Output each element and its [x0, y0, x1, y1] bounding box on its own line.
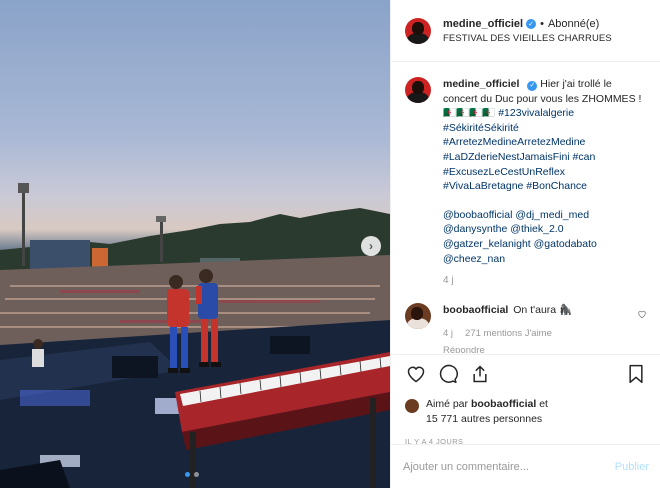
liker-avatar[interactable] [405, 399, 419, 413]
next-arrow-icon[interactable]: › [361, 236, 381, 256]
bookmark-icon[interactable] [625, 363, 647, 385]
commenter-avatar[interactable] [405, 302, 431, 329]
caption-hashtags[interactable]: #123vivalalgerie #SékiritéSékirité #Arre… [443, 107, 595, 192]
comment-username[interactable]: boobaofficial [443, 304, 508, 316]
header-separator: • [540, 17, 544, 30]
comment-time[interactable]: 4 j [443, 327, 453, 342]
likes-summary: Aimé par boobaofficial et 15 771 autres … [405, 397, 647, 427]
caption: medine_officiel ✓ Hier j'ai trollé le co… [405, 77, 647, 289]
reply-button[interactable]: Répondre [443, 344, 633, 353]
likes-count[interactable]: 15 771 autres personnes [426, 413, 542, 425]
author-avatar[interactable] [405, 17, 431, 44]
heart-icon[interactable] [405, 363, 427, 385]
caption-avatar[interactable] [405, 77, 431, 103]
carousel-dot [194, 472, 199, 477]
publish-button[interactable]: Publier [615, 461, 649, 473]
carousel-dot-active [185, 472, 190, 477]
post-location[interactable]: FESTIVAL DES VIEILLES CHARRUES [443, 33, 612, 44]
comment-input[interactable] [403, 460, 615, 473]
comments-section[interactable]: medine_officiel ✓ Hier j'ai trollé le co… [391, 63, 660, 353]
instagram-post: › medine_officiel ✓ • Abonné(e) FESTIVAL… [0, 0, 660, 488]
share-icon[interactable] [469, 363, 491, 385]
comment-icon[interactable] [437, 363, 459, 385]
likes-prefix: Aimé par [426, 398, 469, 410]
add-comment-bar: Publier [391, 444, 660, 488]
comment-likes[interactable]: 271 mentions J'aime [465, 327, 552, 342]
post-media[interactable]: › [0, 0, 390, 488]
comment-text: On t'aura 🦍 [513, 303, 573, 316]
caption-username[interactable]: medine_officiel [443, 78, 519, 90]
post-side-panel: medine_officiel ✓ • Abonné(e) FESTIVAL D… [390, 0, 660, 488]
carousel-dots [185, 472, 199, 477]
comment-like-heart-icon[interactable] [637, 309, 647, 322]
follow-button[interactable]: Abonné(e) [548, 18, 599, 30]
verified-badge-icon: ✓ [527, 81, 538, 92]
author-username[interactable]: medine_officiel [443, 18, 523, 30]
liker-username[interactable]: boobaofficial [471, 398, 536, 410]
likes-conjunction: et [539, 398, 548, 410]
post-header: medine_officiel ✓ • Abonné(e) FESTIVAL D… [391, 0, 660, 62]
verified-badge-icon: ✓ [526, 18, 537, 29]
caption-mentions[interactable]: @boobaofficial @dj_medi_med @danysynthe … [443, 208, 647, 266]
concert-scene [0, 183, 390, 488]
comment-item: boobaofficial On t'aura 🦍 4 j 271 mentio… [405, 302, 647, 353]
caption-time[interactable]: 4 j [443, 274, 647, 289]
